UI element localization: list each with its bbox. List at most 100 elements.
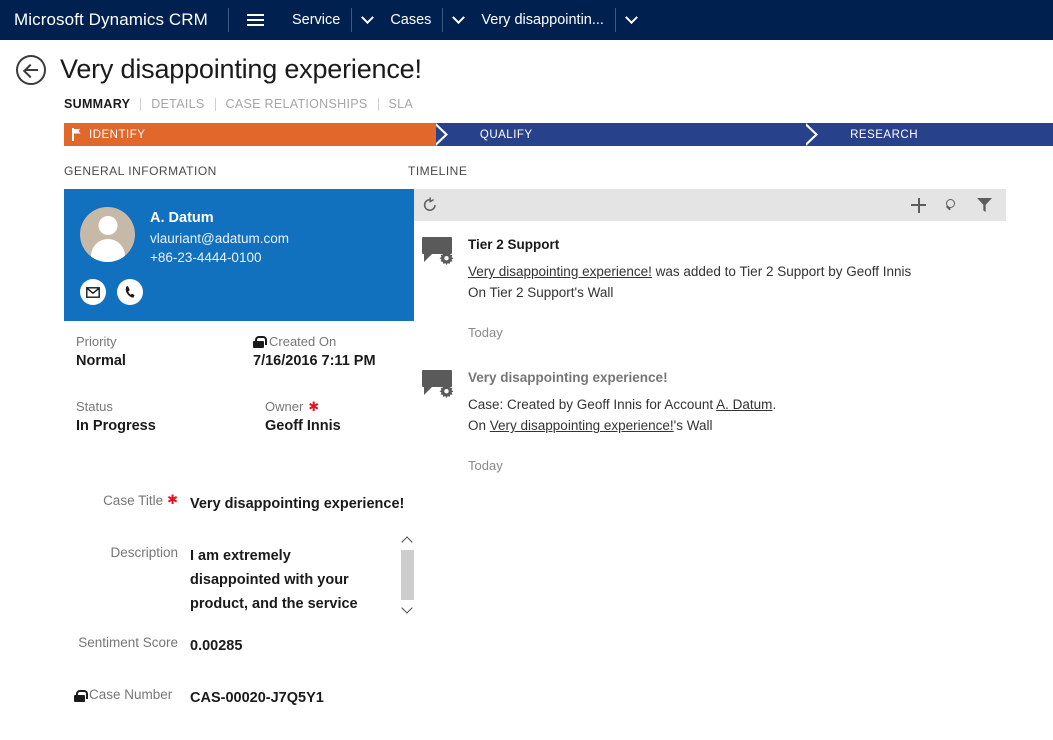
tab-case-relationships[interactable]: CASE RELATIONSHIPS bbox=[216, 97, 378, 111]
field-value: 0.00285 bbox=[190, 638, 243, 654]
auto-post-icon bbox=[422, 237, 460, 271]
timeline-panel: TIMELINE Tier 2 Support Very disappointi… bbox=[378, 164, 1053, 740]
avatar bbox=[80, 207, 135, 262]
contact-phone[interactable]: +86-23-4444-0100 bbox=[150, 248, 289, 267]
timeline-text: 's Wall bbox=[673, 418, 713, 433]
timeline-text: Case: Created by Geoff Innis for Account bbox=[468, 397, 717, 412]
timeline-entry-content: Tier 2 Support Very disappointing experi… bbox=[460, 237, 990, 340]
field-label-text: Created On bbox=[269, 334, 337, 349]
field-value: Very disappointing experience! bbox=[190, 496, 405, 512]
timeline-empty-card bbox=[408, 489, 1006, 704]
contact-name: A. Datum bbox=[150, 210, 214, 226]
required-indicator: ✱ bbox=[308, 399, 320, 414]
scroll-thumb[interactable] bbox=[400, 550, 414, 600]
phone-button[interactable] bbox=[117, 279, 143, 305]
form-field-list: Case Title ✱ Very disappointing experien… bbox=[64, 479, 416, 723]
refresh-icon[interactable] bbox=[422, 197, 438, 213]
hamburger-icon[interactable] bbox=[239, 0, 273, 40]
stage-chevron-icon bbox=[806, 123, 819, 146]
refresh-glyph bbox=[423, 197, 436, 211]
search-button[interactable] bbox=[944, 198, 959, 213]
field-label: Status bbox=[76, 399, 227, 414]
contact-details: A. Datum vlauriant@adatum.com +86-23-444… bbox=[135, 207, 289, 267]
form-row-case-title[interactable]: Case Title ✱ Very disappointing experien… bbox=[64, 479, 416, 529]
field-label-text: Case Number bbox=[89, 687, 173, 702]
stage-chevron-icon bbox=[435, 123, 448, 146]
field-label-text: Status bbox=[76, 399, 113, 414]
description-scrollbar[interactable] bbox=[398, 531, 416, 619]
field-label-text: Owner bbox=[265, 399, 304, 414]
process-stage-research[interactable]: RESEARCH bbox=[806, 123, 1053, 146]
timeline-entry-time: Today bbox=[468, 458, 503, 473]
field-tile-status[interactable]: Status In Progress bbox=[64, 388, 239, 451]
general-information-panel: GENERAL INFORMATION A. Datum vlauriant@a… bbox=[0, 164, 416, 740]
search-icon bbox=[944, 198, 959, 213]
timeline-entry-title: Tier 2 Support bbox=[468, 237, 560, 252]
timeline-entry-time: Today bbox=[468, 325, 503, 340]
scroll-up-icon[interactable] bbox=[401, 536, 413, 548]
app-brand: Microsoft Dynamics CRM bbox=[14, 10, 208, 29]
timeline-entry[interactable]: Tier 2 Support Very disappointing experi… bbox=[408, 223, 1006, 354]
add-record-button[interactable] bbox=[911, 197, 926, 213]
gear-icon bbox=[439, 384, 454, 399]
timeline-toolbar bbox=[408, 189, 1006, 221]
timeline-text: On bbox=[468, 285, 490, 300]
tab-summary[interactable]: SUMMARY bbox=[64, 97, 140, 111]
field-label: Case Number bbox=[64, 673, 190, 702]
timeline-link-case[interactable]: Very disappointing experience! bbox=[468, 264, 652, 279]
nav-divider bbox=[614, 8, 616, 32]
process-stage-identify[interactable]: IDENTIFY bbox=[64, 123, 447, 146]
contact-actions bbox=[80, 279, 414, 305]
tab-sla[interactable]: SLA bbox=[379, 97, 424, 111]
timeline-text: . bbox=[772, 397, 777, 412]
scroll-down-icon[interactable] bbox=[401, 602, 413, 614]
nav-item-cases[interactable]: Cases bbox=[381, 12, 440, 28]
form-row-sentiment-score[interactable]: Sentiment Score 0.00285 bbox=[64, 621, 416, 671]
chevron-down-icon-record[interactable] bbox=[618, 0, 645, 40]
envelope-icon bbox=[86, 286, 100, 298]
timeline-entry-content: Very disappointing experience! Case: Cre… bbox=[460, 370, 990, 473]
process-stage-qualify[interactable]: QUALIFY bbox=[435, 123, 807, 146]
lock-icon bbox=[74, 690, 88, 702]
top-navbar: Microsoft Dynamics CRM Service Cases Ver… bbox=[0, 0, 1053, 40]
title-row: Very disappointing experience! bbox=[0, 54, 1053, 85]
timeline-link-case[interactable]: Very disappointing experience! bbox=[490, 418, 674, 433]
field-label: Priority bbox=[76, 334, 227, 349]
field-tile-grid: Priority Normal Created On 7/16/2016 7:1… bbox=[64, 323, 416, 451]
page-header: Very disappointing experience! SUMMARY D… bbox=[0, 40, 1053, 121]
section-label-general-information: GENERAL INFORMATION bbox=[64, 164, 217, 178]
timeline-text: On bbox=[468, 418, 490, 433]
nav-divider bbox=[442, 8, 444, 32]
back-arrow-icon[interactable] bbox=[16, 54, 46, 85]
field-label-text: Description bbox=[110, 545, 178, 560]
field-value: In Progress bbox=[76, 418, 156, 434]
contact-card: A. Datum vlauriant@adatum.com +86-23-444… bbox=[64, 189, 414, 321]
timeline-entry[interactable]: Very disappointing experience! Case: Cre… bbox=[408, 356, 1006, 487]
chevron-down-icon-cases[interactable] bbox=[445, 0, 472, 40]
form-row-description[interactable]: Description I am extremely disappointed … bbox=[64, 531, 416, 636]
timeline-link-account[interactable]: A. Datum bbox=[716, 397, 772, 412]
timeline-entry-title: Very disappointing experience! bbox=[468, 370, 668, 385]
auto-post-icon bbox=[422, 370, 460, 404]
timeline-text: was added to Tier 2 Support by Geoff Inn… bbox=[651, 264, 912, 279]
nav-item-service[interactable]: Service bbox=[283, 12, 349, 28]
contact-top: A. Datum vlauriant@adatum.com +86-23-444… bbox=[80, 207, 414, 267]
contact-email[interactable]: vlauriant@adatum.com bbox=[150, 229, 289, 248]
field-label: Sentiment Score bbox=[64, 621, 190, 650]
nav-divider bbox=[227, 8, 229, 32]
tab-strip: SUMMARY DETAILS CASE RELATIONSHIPS SLA bbox=[0, 85, 1053, 121]
tab-details[interactable]: DETAILS bbox=[141, 97, 214, 111]
nav-item-record[interactable]: Very disappointin... bbox=[472, 12, 613, 28]
timeline-text: Tier 2 Support's Wall bbox=[489, 285, 614, 300]
filter-icon bbox=[977, 198, 992, 212]
required-indicator: ✱ bbox=[167, 492, 178, 507]
filter-button[interactable] bbox=[977, 198, 992, 212]
field-label-text: Priority bbox=[76, 334, 117, 349]
field-label-text: Case Title bbox=[103, 493, 164, 508]
chevron-down-icon-service[interactable] bbox=[354, 0, 381, 40]
section-label-timeline: TIMELINE bbox=[408, 164, 468, 178]
email-button[interactable] bbox=[80, 279, 106, 305]
form-row-case-number[interactable]: Case Number CAS-00020-J7Q5Y1 bbox=[64, 673, 416, 723]
field-tile-priority[interactable]: Priority Normal bbox=[64, 323, 239, 386]
page-body: GENERAL INFORMATION A. Datum vlauriant@a… bbox=[0, 146, 1053, 740]
